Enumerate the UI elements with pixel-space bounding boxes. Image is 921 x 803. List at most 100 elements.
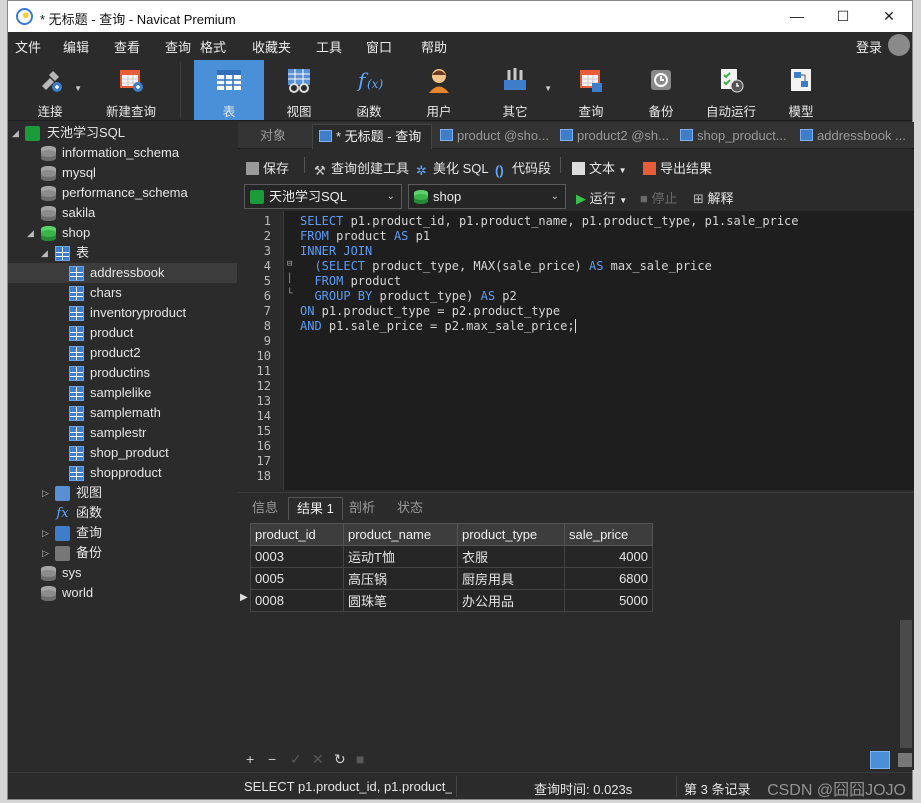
explain-button[interactable]: ⊞ 解释 [693, 188, 734, 207]
form-view-button[interactable] [898, 753, 912, 767]
toolbar-other-button[interactable]: 其它 ▼ [482, 60, 552, 120]
stop-button[interactable]: ■ [356, 751, 364, 767]
table-row[interactable]: 0003 运动T恤 衣服 4000 [250, 545, 653, 568]
toolbar-table-button[interactable]: 表 [194, 60, 264, 120]
column-header[interactable]: sale_price [564, 523, 653, 546]
tree-db-sakila[interactable]: sakila [8, 203, 237, 223]
menu-format[interactable]: 格式 [200, 37, 226, 56]
table-cell[interactable]: 0003 [250, 545, 344, 568]
tree-folder-tables[interactable]: ◢ 表 [8, 243, 237, 263]
expand-arrow-icon[interactable]: ▷ [42, 523, 49, 543]
tree-folder-queries[interactable]: ▷ 查询 [8, 523, 237, 543]
tab-status[interactable]: 状态 [389, 497, 431, 521]
menu-file[interactable]: 文件 [15, 37, 41, 56]
tree-table-item[interactable]: product2 [8, 343, 237, 363]
scrollbar-thumb[interactable] [900, 620, 912, 748]
menu-tools[interactable]: 工具 [316, 37, 342, 56]
tree-connection[interactable]: ◢ 天池学习SQL [8, 123, 237, 143]
toolbar-auto-run-button[interactable]: 自动运行 [698, 60, 764, 120]
toolbar-user-button[interactable]: 用户 [406, 60, 472, 120]
tab-result-1[interactable]: 结果 1 [288, 497, 343, 521]
tree-db-sys[interactable]: sys [8, 563, 237, 583]
table-cell[interactable]: 4000 [564, 545, 653, 568]
table-row[interactable]: 0008 圆珠笔 办公用品 5000 [250, 589, 653, 612]
text-button[interactable]: 文本 ▼ [572, 158, 627, 177]
query-builder-button[interactable]: ⚒ 查询创建工具 [314, 158, 409, 177]
database-select[interactable]: shop ⌄ [408, 184, 566, 209]
avatar[interactable] [888, 34, 910, 56]
tree-table-item[interactable]: chars [8, 283, 237, 303]
column-header[interactable]: product_id [250, 523, 344, 546]
tree-table-item[interactable]: samplelike [8, 383, 237, 403]
apply-changes-button[interactable]: ✓ [290, 751, 302, 768]
menu-favorites[interactable]: 收藏夹 [252, 37, 291, 56]
menu-help[interactable]: 帮助 [421, 37, 447, 56]
tree-table-item[interactable]: inventoryproduct [8, 303, 237, 323]
collapse-arrow-icon[interactable]: ◢ [41, 243, 48, 263]
toolbar-connection-button[interactable]: 连接 ▼ [22, 60, 82, 120]
tree-db-world[interactable]: world [8, 583, 237, 603]
minimize-button[interactable]: — [774, 1, 820, 32]
chevron-down-icon[interactable]: ▼ [74, 84, 82, 93]
sql-editor[interactable]: 1 2 3 4 5 6 7 8 9 10 11 12 13 14 15 16 17 18 SELECT p1.pr… [238, 211, 914, 490]
tab-shop-product[interactable]: shop_product... [676, 124, 794, 149]
tree-table-item[interactable]: samplemath [8, 403, 237, 423]
toolbar-model-button[interactable]: 模型 [768, 60, 834, 120]
collapse-arrow-icon[interactable]: ◢ [27, 223, 34, 243]
tab-product2[interactable]: product2 @sh... [556, 124, 674, 149]
table-cell[interactable]: 高压锅 [343, 567, 458, 590]
tree-folder-views[interactable]: ▷ 视图 [8, 483, 237, 503]
expand-arrow-icon[interactable]: ▷ [42, 543, 49, 563]
tree-db-information-schema[interactable]: information_schema [8, 143, 237, 163]
table-cell[interactable]: 0005 [250, 567, 344, 590]
run-button[interactable]: ▶ 运行 ▼ [576, 188, 627, 207]
chevron-down-icon[interactable]: ▼ [619, 196, 627, 205]
discard-changes-button[interactable]: ✕ [312, 751, 324, 768]
tree-db-performance-schema[interactable]: performance_schema [8, 183, 237, 203]
save-button[interactable]: 保存 [246, 158, 289, 177]
table-cell[interactable]: 办公用品 [457, 589, 565, 612]
close-button[interactable]: ✕ [866, 1, 912, 32]
connection-select[interactable]: 天池学习SQL ⌄ [244, 184, 402, 209]
tree-folder-functions[interactable]: fx 函数 [8, 503, 237, 523]
stop-button[interactable]: ■ 停止 [640, 188, 678, 207]
tree-table-item[interactable]: product [8, 323, 237, 343]
delete-record-button[interactable]: − [268, 751, 276, 767]
tree-table-item[interactable]: shop_product [8, 443, 237, 463]
menu-view[interactable]: 查看 [114, 37, 140, 56]
grid-view-button[interactable] [870, 751, 890, 769]
tab-untitled-query[interactable]: * 无标题 - 查询 [312, 124, 432, 149]
toolbar-new-query-button[interactable]: 新建查询 [98, 60, 164, 120]
vertical-scrollbar[interactable] [898, 520, 914, 750]
collapse-arrow-icon[interactable]: ◢ [12, 123, 19, 143]
expand-arrow-icon[interactable]: ▷ [42, 483, 49, 503]
table-cell[interactable]: 厨房用具 [457, 567, 565, 590]
chevron-down-icon[interactable]: ▼ [619, 166, 627, 175]
menu-edit[interactable]: 编辑 [63, 37, 89, 56]
table-cell[interactable]: 6800 [564, 567, 653, 590]
menu-query[interactable]: 查询 [165, 37, 191, 56]
tree-table-item[interactable]: shopproduct [8, 463, 237, 483]
refresh-button[interactable]: ↻ [334, 751, 346, 768]
tree-db-mysql[interactable]: mysql [8, 163, 237, 183]
menu-window[interactable]: 窗口 [366, 37, 392, 56]
code-snippet-button[interactable]: () 代码段 [495, 158, 551, 177]
table-cell[interactable]: 圆珠笔 [343, 589, 458, 612]
tab-product[interactable]: product @sho... [436, 124, 554, 149]
table-cell[interactable]: 衣服 [457, 545, 565, 568]
toolbar-query-button[interactable]: 查询 [558, 60, 624, 120]
toolbar-view-button[interactable]: 视图 [266, 60, 332, 120]
fold-toggle-icon[interactable]: ⊟ [287, 259, 292, 269]
tab-objects[interactable]: 对象 [260, 124, 300, 149]
tab-profile[interactable]: 剖析 [341, 497, 383, 521]
tab-addressbook[interactable]: addressbook ... [796, 124, 912, 149]
chevron-down-icon[interactable]: ▼ [544, 84, 552, 93]
table-cell[interactable]: 0008 [250, 589, 344, 612]
table-cell[interactable]: 5000 [564, 589, 653, 612]
tree-table-item[interactable]: samplestr [8, 423, 237, 443]
column-header[interactable]: product_name [343, 523, 458, 546]
table-row[interactable]: 0005 高压锅 厨房用具 6800 [250, 567, 653, 590]
table-cell[interactable]: 运动T恤 [343, 545, 458, 568]
export-result-button[interactable]: 导出结果 [643, 158, 712, 177]
tree-db-shop[interactable]: ◢ shop [8, 223, 237, 243]
